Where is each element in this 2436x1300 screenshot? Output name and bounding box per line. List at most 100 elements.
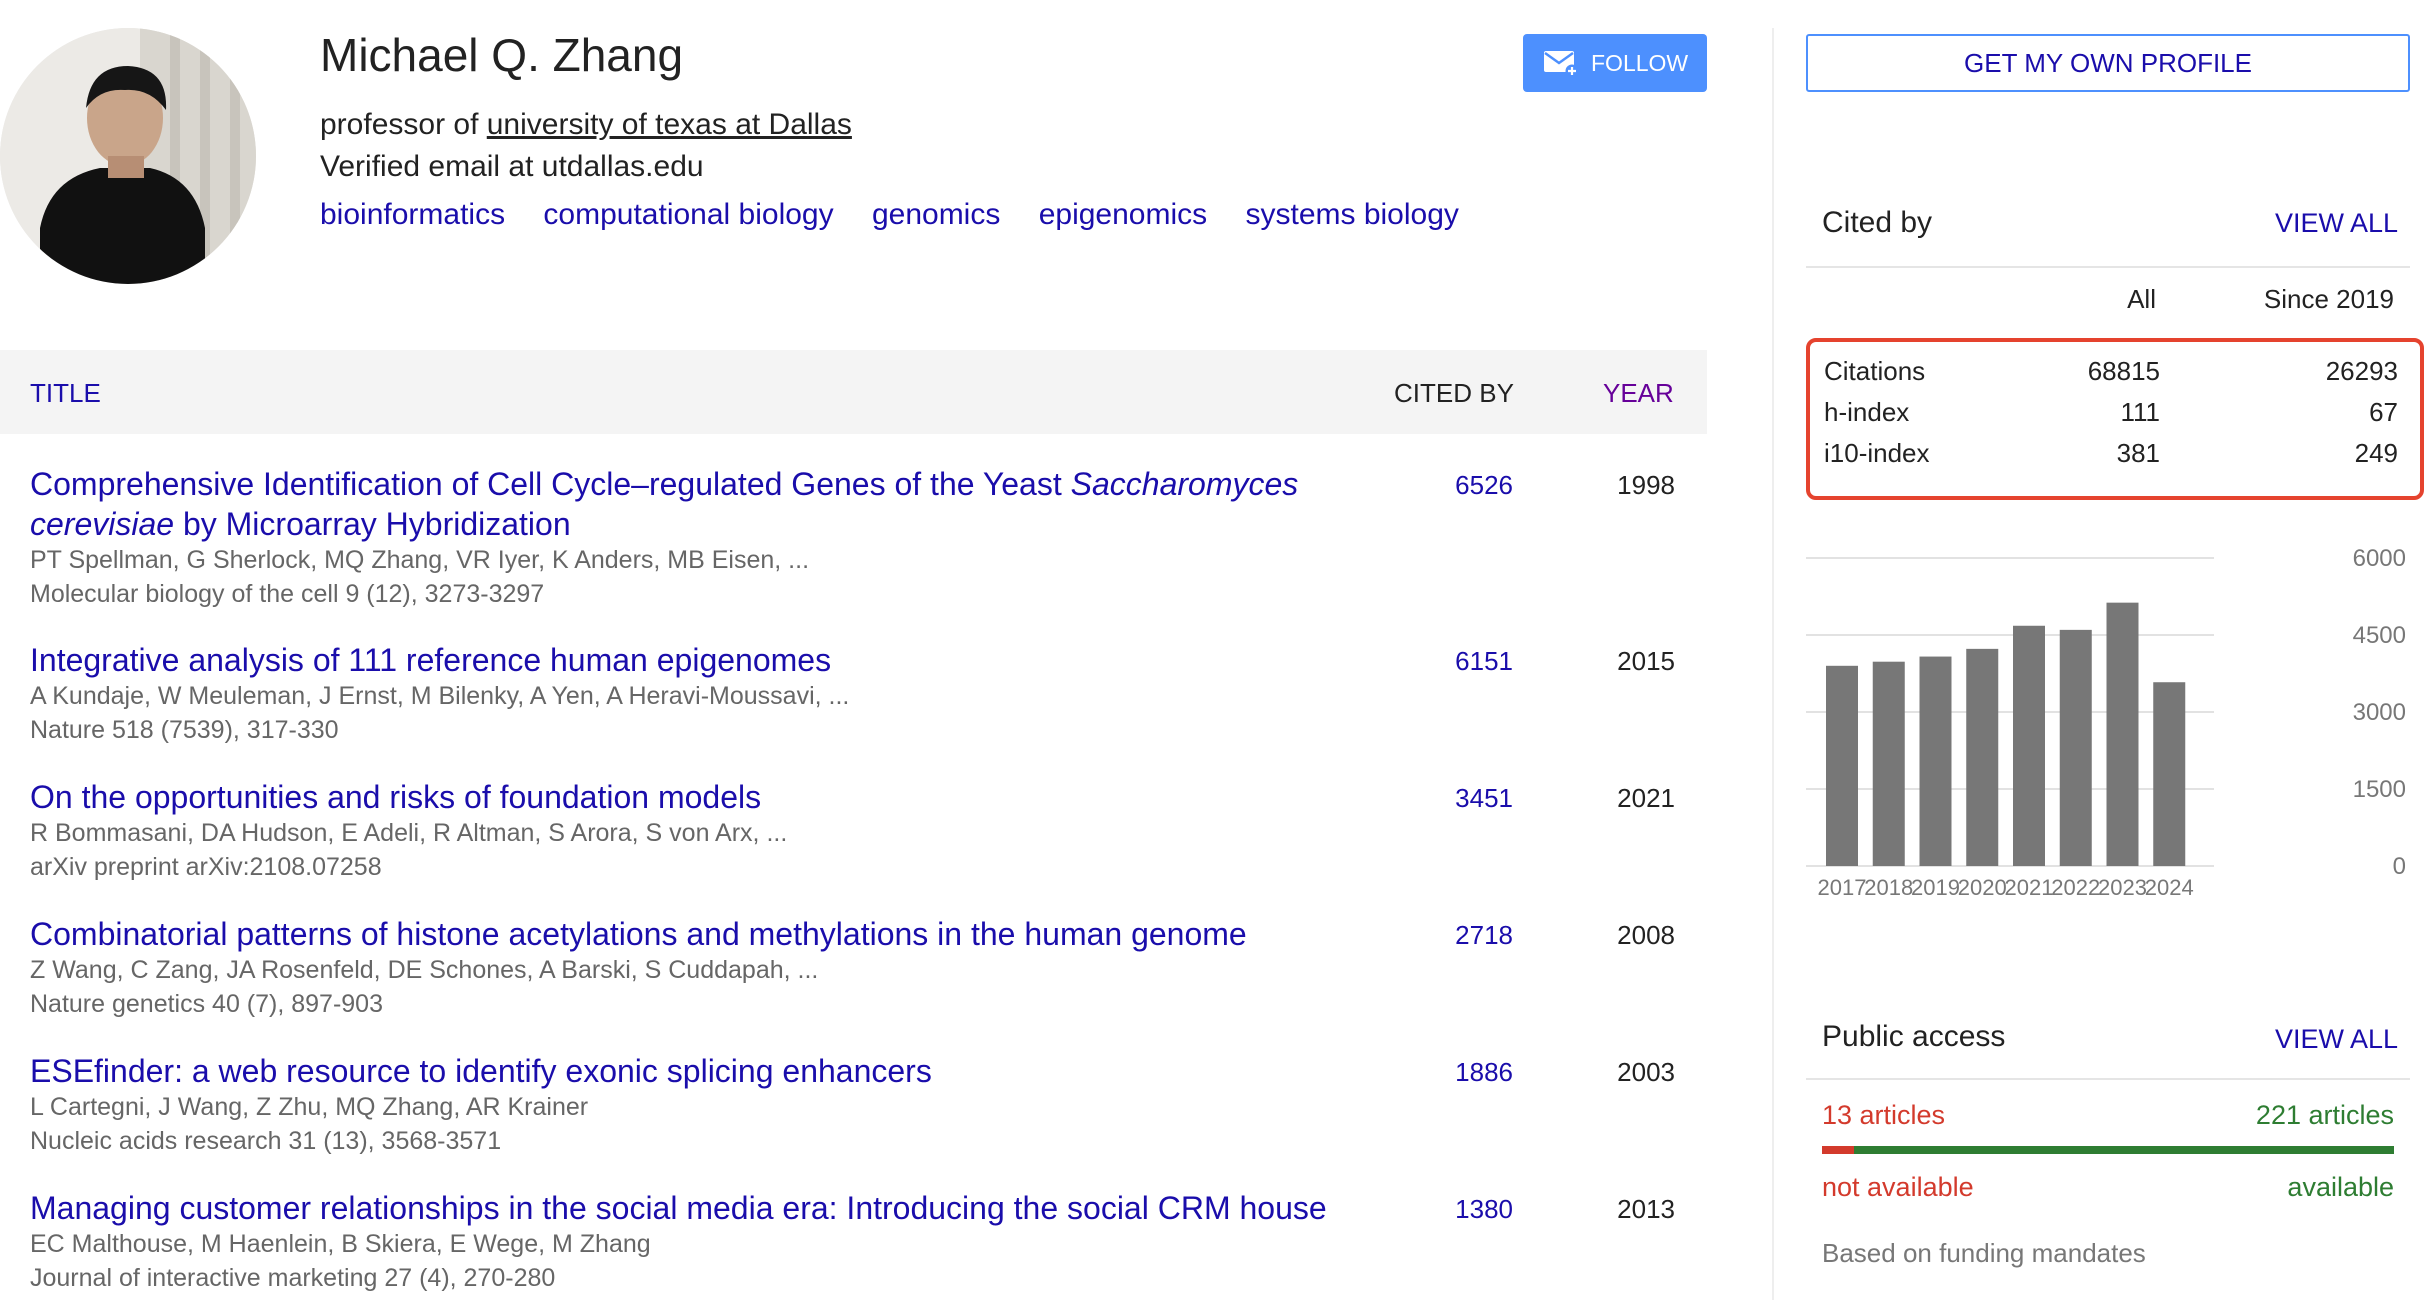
stat-label: h-index [1824, 397, 1910, 427]
y-tick-label: 0 [2393, 853, 2406, 880]
stat-since-value: 249 [2354, 438, 2398, 468]
bar-2023[interactable] [2106, 602, 2139, 866]
bar-2020[interactable] [1966, 648, 1999, 866]
stat-since-value: 26293 [2325, 356, 2398, 386]
y-tick-label: 6000 [2353, 545, 2406, 572]
x-tick-label: 2021 [2005, 875, 2054, 900]
divider [1806, 266, 2410, 268]
publication-year: 2008 [1617, 920, 1675, 950]
not-available-label: not available [1822, 1172, 1974, 1202]
institution-link[interactable]: university of texas at Dallas [487, 108, 852, 141]
y-tick-label: 3000 [2353, 699, 2406, 726]
x-tick-label: 2017 [1818, 875, 1867, 900]
column-divider [1772, 28, 1774, 1300]
follow-label: FOLLOW [1591, 49, 1689, 76]
get-own-profile-button[interactable]: GET MY OWN PROFILE [1806, 34, 2410, 92]
y-tick-label: 1500 [2353, 776, 2406, 803]
interest-link[interactable]: computational biology [543, 198, 833, 231]
stat-all-value: 111 [2120, 397, 2160, 427]
stat-label: Citations [1824, 356, 1926, 386]
publication-venue: Nature 518 (7539), 317-330 [30, 716, 339, 744]
publication-title[interactable]: Comprehensive Identification of Cell Cyc… [30, 464, 1350, 544]
not-available-count-link[interactable]: 13 articles [1822, 1100, 1945, 1131]
bar-2017[interactable] [1826, 665, 1858, 866]
publications-table-header: TITLE CITED BY YEAR [0, 350, 1707, 434]
affiliation-prefix: professor of [320, 108, 487, 141]
available-label: available [2287, 1172, 2394, 1202]
public-access-title: Public access [1822, 1020, 2006, 1053]
profile-photo [0, 28, 256, 284]
publication-title[interactable]: Managing customer relationships in the s… [30, 1188, 1350, 1228]
available-count-link[interactable]: 221 articles [2194, 1100, 2394, 1131]
interest-link[interactable]: systems biology [1245, 198, 1458, 231]
x-tick-label: 2024 [2145, 875, 2194, 900]
stat-all-value: 68815 [2087, 356, 2160, 386]
x-tick-label: 2023 [2098, 875, 2147, 900]
publication-year: 2003 [1617, 1057, 1675, 1087]
stats-row-citations: Citations 68815 26293 [1810, 356, 2420, 396]
publication-title[interactable]: On the opportunities and risks of founda… [30, 777, 1350, 817]
x-tick-label: 2020 [1958, 875, 2007, 900]
publication-venue: arXiv preprint arXiv:2108.07258 [30, 853, 382, 881]
x-tick-label: 2019 [1911, 875, 1960, 900]
publication-year: 2015 [1617, 646, 1675, 676]
avatar[interactable] [0, 28, 256, 284]
publication-venue: Nature genetics 40 (7), 897-903 [30, 990, 383, 1018]
public-access-view-all-link[interactable]: VIEW ALL [2275, 1024, 2398, 1055]
bar-2021[interactable] [2013, 625, 2045, 866]
publication-authors: L Cartegni, J Wang, Z Zhu, MQ Zhang, AR … [30, 1093, 589, 1121]
interest-link[interactable]: genomics [872, 198, 1000, 231]
public-access-bar [1822, 1146, 2394, 1154]
cited-by-count[interactable]: 6526 [1400, 470, 1513, 501]
stats-col-all: All [2127, 284, 2156, 314]
publication-authors: Z Wang, C Zang, JA Rosenfeld, DE Schones… [30, 956, 819, 984]
publication-authors: PT Spellman, G Sherlock, MQ Zhang, VR Iy… [30, 546, 810, 574]
publication-title[interactable]: ESEfinder: a web resource to identify ex… [30, 1051, 1350, 1091]
sort-by-cited[interactable]: CITED BY [1394, 378, 1514, 409]
bar-2024[interactable] [2153, 682, 2186, 866]
publication-authors: EC Malthouse, M Haenlein, B Skiera, E We… [30, 1230, 651, 1258]
publication-authors: R Bommasani, DA Hudson, E Adeli, R Altma… [30, 819, 788, 847]
bar-2019[interactable] [1919, 656, 1952, 866]
not-available-segment [1822, 1146, 1855, 1154]
bar-2022[interactable] [2059, 629, 2092, 866]
cited-by-view-all-link[interactable]: VIEW ALL [2275, 208, 2398, 239]
publication-title[interactable]: Integrative analysis of 111 reference hu… [30, 640, 1350, 680]
sort-by-title[interactable]: TITLE [30, 378, 101, 409]
funding-mandates-note: Based on funding mandates [1822, 1238, 2146, 1268]
cited-by-count[interactable]: 1886 [1400, 1057, 1513, 1088]
publication-venue: Journal of interactive marketing 27 (4),… [30, 1264, 556, 1292]
publication-venue: Molecular biology of the cell 9 (12), 32… [30, 580, 545, 608]
bar-2018[interactable] [1872, 661, 1905, 866]
interest-link[interactable]: epigenomics [1039, 198, 1207, 231]
citations-chart-svg: 6000450030001500020172018201920202021202… [1806, 545, 2406, 900]
citation-stats-table: Citations 68815 26293 h-index 111 67 i10… [1806, 338, 2424, 500]
mail-follow-icon [1544, 51, 1579, 78]
research-interests: bioinformatics computational biology gen… [320, 198, 1489, 232]
publication-authors: A Kundaje, W Meuleman, J Ernst, M Bilenk… [30, 682, 850, 710]
divider [1806, 1078, 2410, 1080]
interest-link[interactable]: bioinformatics [320, 198, 505, 231]
stats-row-i10-index: i10-index 381 249 [1810, 438, 2420, 478]
cited-by-count[interactable]: 6151 [1400, 646, 1513, 677]
cited-by-title: Cited by [1822, 206, 1933, 239]
publication-title[interactable]: Combinatorial patterns of histone acetyl… [30, 914, 1350, 954]
stats-row-h-index: h-index 111 67 [1810, 397, 2420, 437]
x-tick-label: 2018 [1864, 875, 1913, 900]
y-tick-label: 4500 [2353, 622, 2406, 649]
stat-all-value: 381 [2116, 438, 2160, 468]
cited-by-count[interactable]: 2718 [1400, 920, 1513, 951]
affiliation: professor of university of texas at Dall… [320, 108, 852, 142]
follow-button[interactable]: FOLLOW [1523, 34, 1707, 92]
publication-year: 2013 [1617, 1194, 1675, 1224]
cited-by-count[interactable]: 1380 [1400, 1194, 1513, 1225]
publication-year: 2021 [1617, 783, 1675, 813]
profile-name: Michael Q. Zhang [320, 29, 684, 81]
stats-col-since: Since 2019 [2263, 284, 2394, 314]
cited-by-count[interactable]: 3451 [1400, 783, 1513, 814]
x-tick-label: 2022 [2051, 875, 2100, 900]
publication-year: 1998 [1617, 470, 1675, 500]
publication-venue: Nucleic acids research 31 (13), 3568-357… [30, 1127, 502, 1155]
stat-label: i10-index [1824, 438, 1930, 468]
sort-by-year[interactable]: YEAR [1603, 378, 1674, 409]
